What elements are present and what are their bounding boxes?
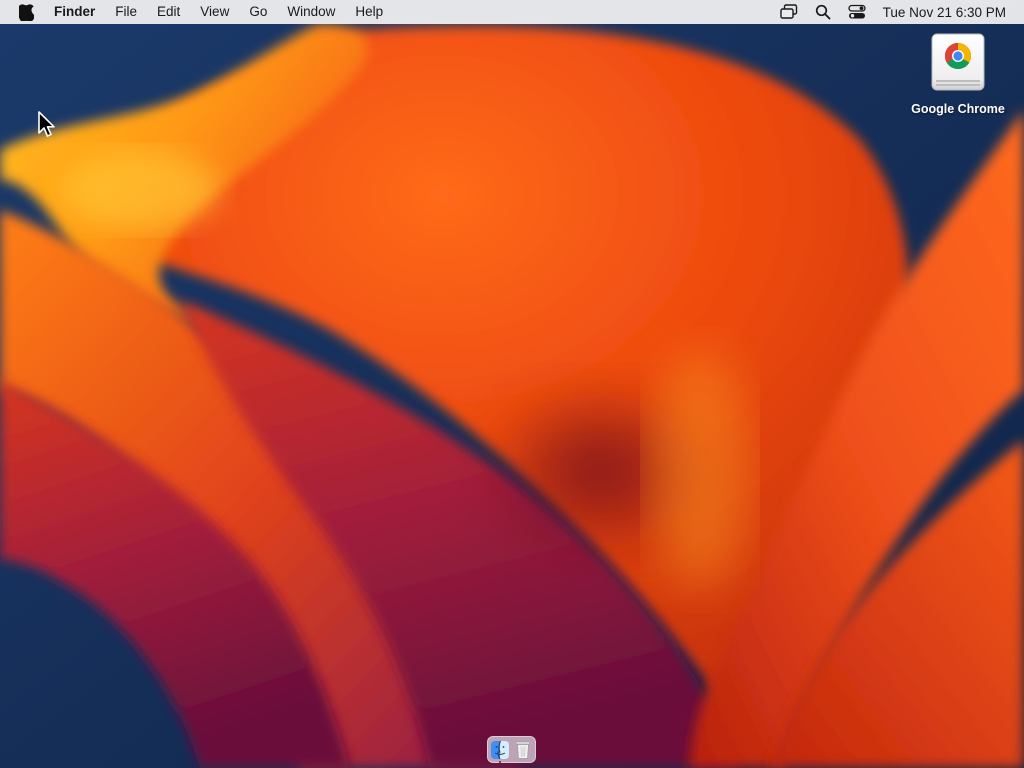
dock-trash[interactable] <box>513 740 533 760</box>
menu-help[interactable]: Help <box>345 0 393 24</box>
dock-finder[interactable] <box>490 740 510 763</box>
dock-running-indicator <box>499 760 501 763</box>
desktop[interactable]: Finder File Edit View Go Window Help Tue… <box>0 0 1024 768</box>
menu-file[interactable]: File <box>105 0 147 24</box>
menu-view[interactable]: View <box>190 0 239 24</box>
desktop-icon-google-chrome[interactable]: Google Chrome <box>900 32 1016 116</box>
apple-logo-icon[interactable] <box>19 3 35 21</box>
menu-app-finder[interactable]: Finder <box>50 0 105 24</box>
desktop-icon-label: Google Chrome <box>911 102 1005 116</box>
menu-go[interactable]: Go <box>239 0 277 24</box>
menu-window[interactable]: Window <box>277 0 345 24</box>
screen-mirroring-icon[interactable] <box>779 2 799 22</box>
finder-icon <box>491 740 509 759</box>
mouse-cursor-icon <box>38 111 55 137</box>
trash-icon <box>515 741 531 759</box>
dock <box>487 736 536 763</box>
menu-edit[interactable]: Edit <box>147 0 190 24</box>
menu-bar-clock[interactable]: Tue Nov 21 6:30 PM <box>883 5 1006 20</box>
spotlight-search-icon[interactable] <box>813 2 833 22</box>
control-center-icon[interactable] <box>847 2 867 22</box>
wallpaper <box>0 0 1024 768</box>
chrome-drive-icon <box>931 33 985 91</box>
menu-bar: Finder File Edit View Go Window Help Tue… <box>0 0 1024 24</box>
